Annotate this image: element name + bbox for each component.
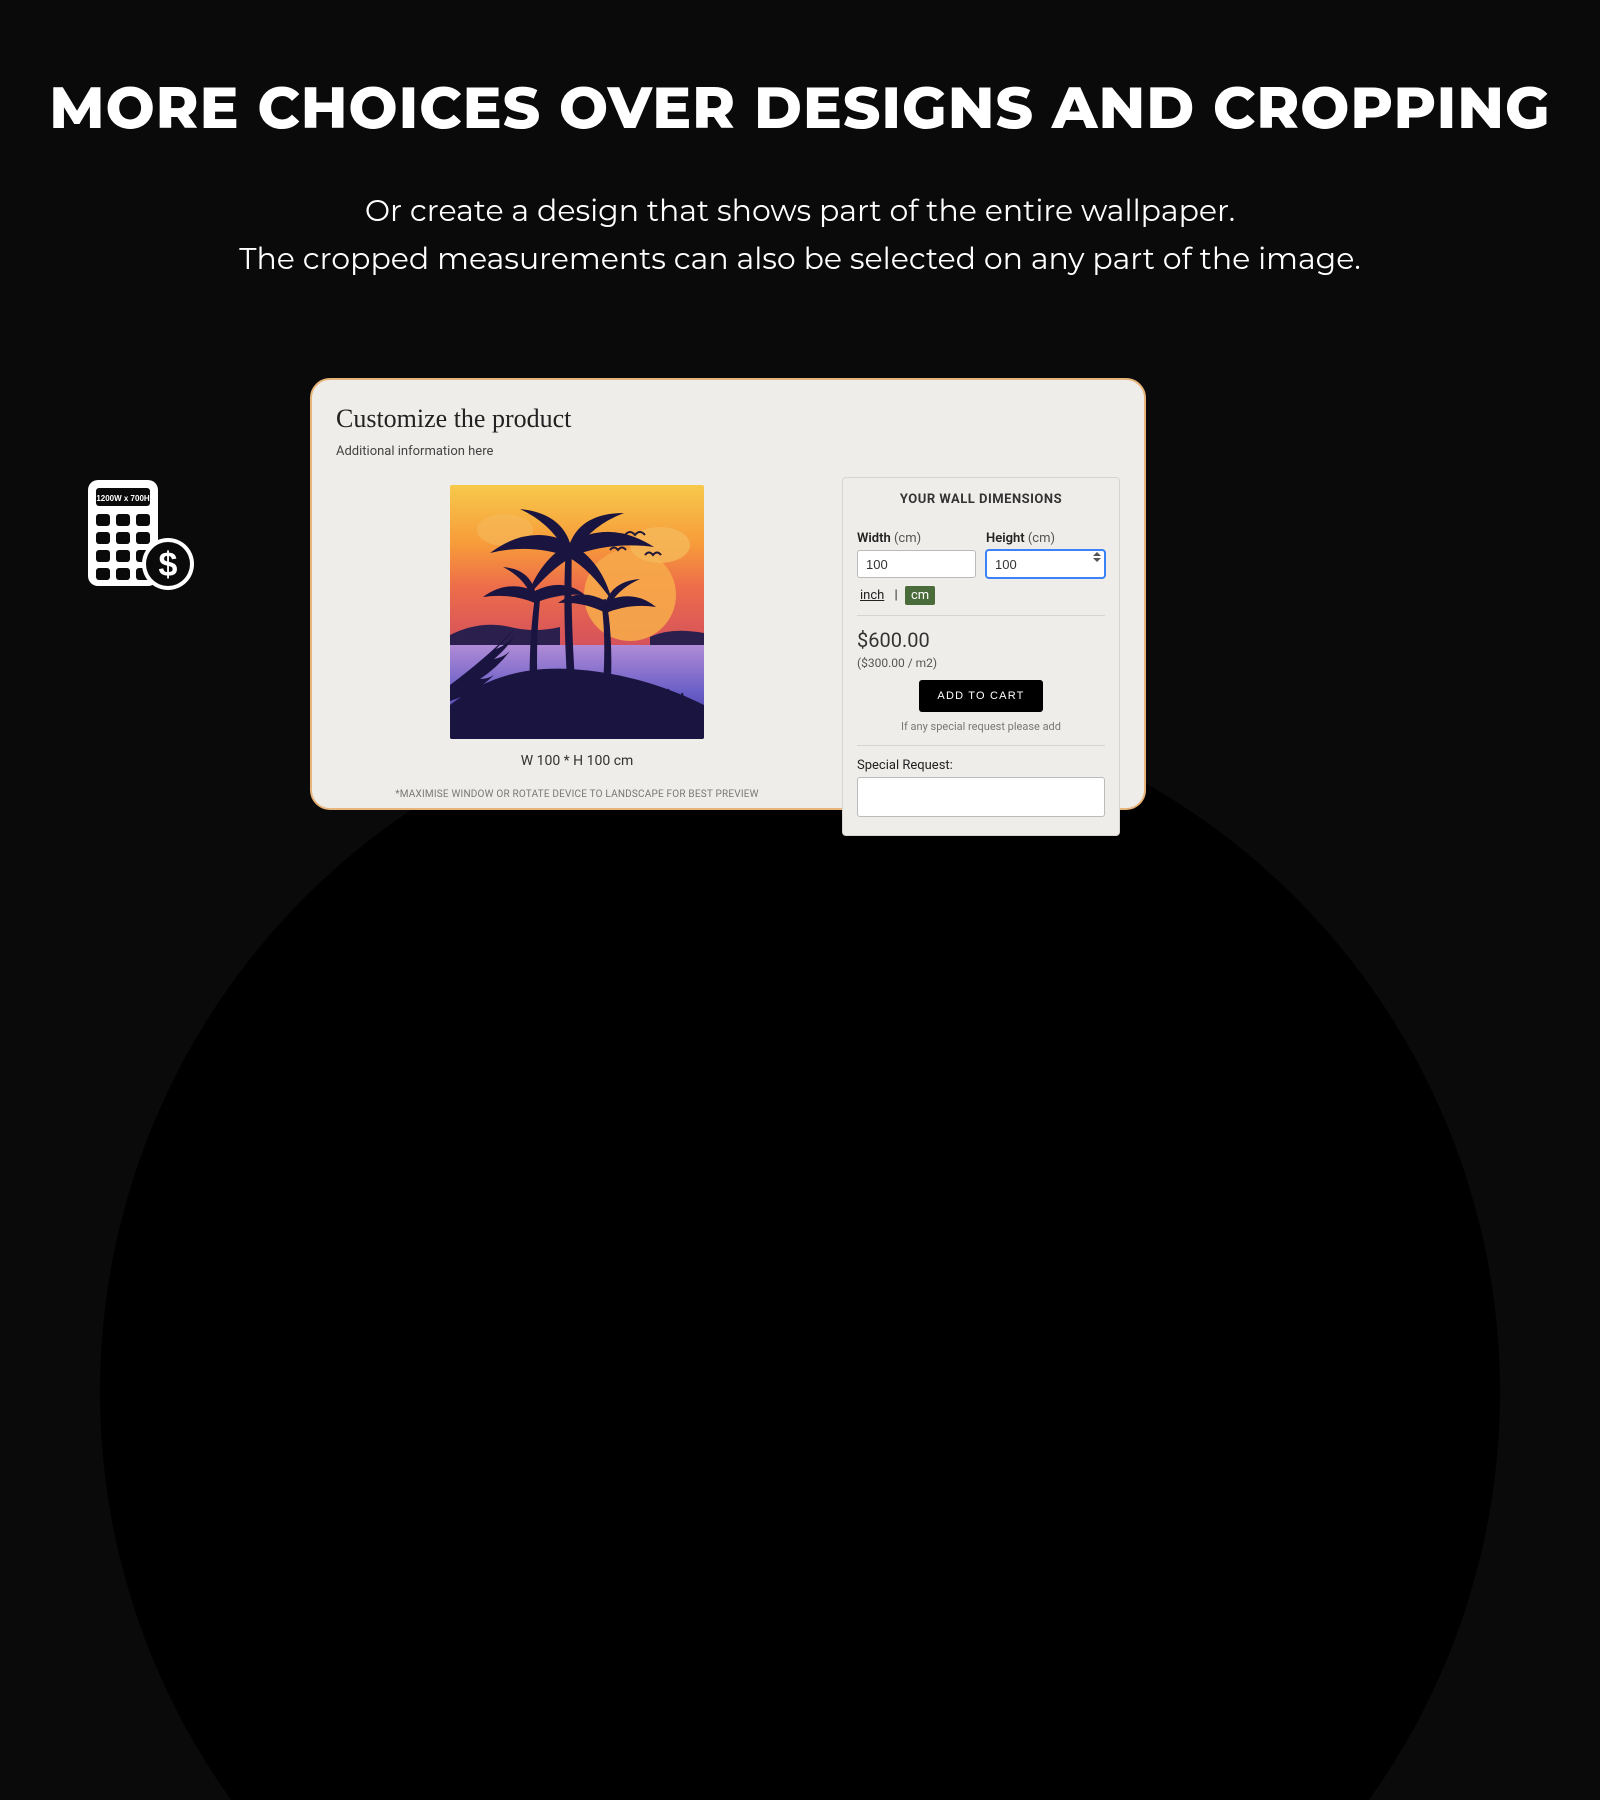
panel-title: Customize the product [336,404,1120,434]
unit-separator: | [895,588,898,603]
wallpaper-preview[interactable] [450,485,704,739]
hero-sub-line1: Or create a design that shows part of th… [0,187,1600,235]
svg-text:$: $ [159,546,178,584]
maximize-note: *MAXIMISE WINDOW OR ROTATE DEVICE TO LAN… [395,789,758,800]
special-request-textarea[interactable] [857,777,1105,817]
preview-column: W 100 * H 100 cm *MAXIMISE WINDOW OR ROT… [336,477,818,836]
unit-cm-button[interactable]: cm [905,586,935,605]
stepper-icon[interactable] [1093,552,1101,562]
price-per-m2: ($300.00 / m2) [857,656,1105,670]
hero-title: MORE CHOICES OVER DESIGNS AND CROPPING [0,72,1600,143]
customizer-panel: Customize the product Additional informa… [310,378,1146,810]
hero-sub-line2: The cropped measurements can also be sel… [0,235,1600,283]
width-label: Width (cm) [857,531,921,546]
panel-subtitle: Additional information here [336,444,1120,459]
height-input[interactable] [986,550,1105,578]
unit-inch-button[interactable]: inch [857,587,887,604]
unit-toggle: inch | cm [857,588,1105,603]
special-request-label: Special Request: [857,758,1105,773]
width-input[interactable] [857,550,976,578]
add-to-cart-button[interactable]: ADD TO CART [919,680,1042,712]
background-circle [100,692,1500,1800]
hero-subtitle: Or create a design that shows part of th… [0,187,1600,283]
svg-text:1200W x 700H: 1200W x 700H [96,494,150,503]
height-label: Height (cm) [986,531,1055,546]
price-total: $600.00 [857,628,1105,652]
calculator-dollar-icon: 1200W x 700H $ [82,478,198,598]
preview-dimensions: W 100 * H 100 cm [521,753,634,769]
special-request-note: If any special request please add [857,720,1105,733]
dimensions-form: YOUR WALL DIMENSIONS Width (cm) Height (… [842,477,1120,836]
form-heading: YOUR WALL DIMENSIONS [857,492,1105,507]
